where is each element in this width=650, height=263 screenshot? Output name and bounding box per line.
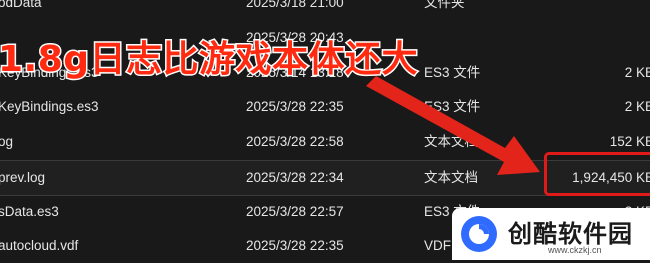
file-date: 2025/3/28 22:35 xyxy=(246,238,344,253)
file-type: ES3 文件 xyxy=(424,99,481,114)
watermark-url: www.ckzkj.cn xyxy=(548,245,602,255)
file-date: 2025/3/28 22:57 xyxy=(246,204,344,219)
file-date: 2025/3/28 22:34 xyxy=(246,170,344,185)
file-name: KeyBindings.es3 xyxy=(0,99,99,114)
file-row[interactable]: odData 2025/3/18 21:00 文件夹 xyxy=(0,0,650,20)
watermark: 创酷软件园 www.ckzkj.cn xyxy=(452,208,650,260)
annotation-caption: 1.8g日志比游戏本体还大 xyxy=(0,38,419,82)
file-name: autocloud.vdf xyxy=(0,238,79,253)
file-row[interactable]: KeyBindings.es3 2025/3/28 22:35 ES3 文件 2… xyxy=(0,90,650,124)
file-type: 文本文档 xyxy=(424,170,478,185)
size-highlight-box xyxy=(544,152,650,196)
file-date: 2025/3/18 21:00 xyxy=(246,0,344,10)
brand-logo-icon xyxy=(461,216,497,252)
file-size: 2 KB xyxy=(624,99,650,114)
file-date: 2025/3/28 22:35 xyxy=(246,99,344,114)
file-type: 文本文档 xyxy=(424,134,478,149)
file-type: 文件夹 xyxy=(424,0,465,10)
file-type: ES3 文件 xyxy=(424,65,481,80)
file-name: odData xyxy=(0,0,42,10)
file-size: 2 KB xyxy=(624,65,650,80)
watermark-brand: 创酷软件园 xyxy=(508,220,633,248)
file-date: 2025/3/28 22:58 xyxy=(246,134,344,149)
file-name: prev.log xyxy=(0,170,46,185)
file-name: og xyxy=(0,134,14,149)
file-type: VDF xyxy=(424,238,451,253)
file-name: sData.es3 xyxy=(0,204,59,219)
